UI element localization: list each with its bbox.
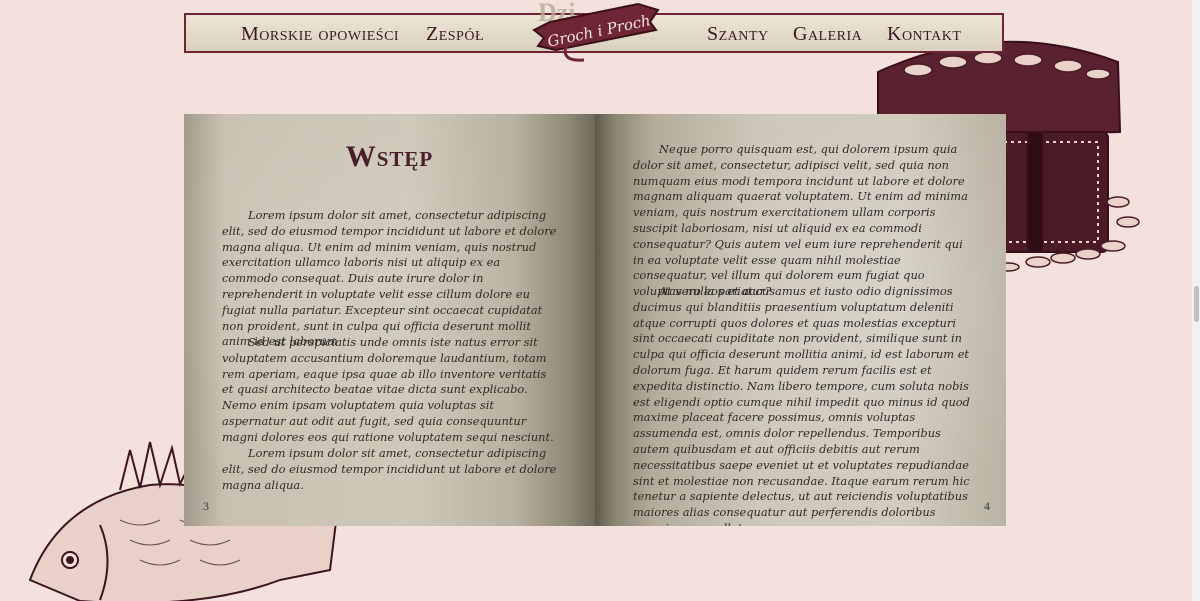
left-page-number: 3	[203, 499, 209, 513]
left-paragraph-3: Lorem ipsum dolor sit amet, consectetur …	[222, 446, 557, 492]
nav-item-kontakt[interactable]: Kontakt	[887, 23, 961, 46]
right-page-number: 4	[984, 499, 990, 513]
right-paragraph-2: At vero eos et accusamus et iusto odio d…	[633, 284, 970, 526]
nav-item-galeria[interactable]: Galeria	[793, 23, 862, 46]
nav-item-szanty[interactable]: Szanty	[707, 23, 769, 46]
scrollbar-thumb[interactable]	[1194, 286, 1199, 322]
book-right-page: Neque porro quisquam est, qui dolorem ip…	[595, 114, 1006, 526]
right-paragraph-1: Neque porro quisquam est, qui dolorem ip…	[633, 142, 968, 299]
book-left-page: Wstęp Lorem ipsum dolor sit amet, consec…	[184, 114, 595, 526]
nav-item-zespol[interactable]: Zespół	[426, 23, 484, 46]
left-paragraph-2: Sed ut perspiciatis unde omnis iste natu…	[222, 335, 554, 444]
page-scrollbar[interactable]	[1191, 0, 1200, 601]
book: Wstęp Lorem ipsum dolor sit amet, consec…	[184, 114, 1006, 526]
nav-item-morskie-opowiesci[interactable]: Morskie opowieści	[241, 23, 399, 46]
page-title: Wstęp	[345, 140, 434, 173]
left-paragraph-1: Lorem ipsum dolor sit amet, consectetur …	[222, 208, 557, 349]
